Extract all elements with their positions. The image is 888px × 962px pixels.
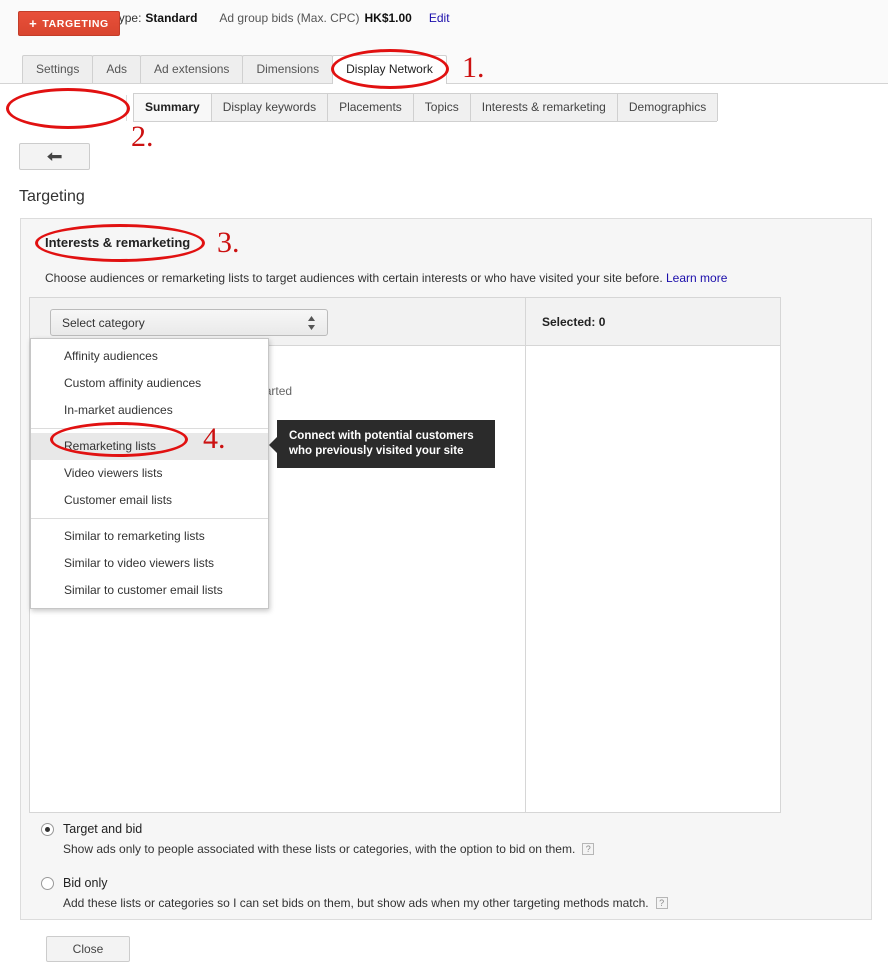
category-select-value: Select category bbox=[62, 315, 145, 330]
radio-option-bid-only[interactable]: Bid only bbox=[41, 876, 841, 890]
subtab-placements[interactable]: Placements bbox=[327, 93, 414, 121]
subtab-display-keywords[interactable]: Display keywords bbox=[210, 93, 329, 121]
targeting-sub-tab-bar: Summary Display keywords Placements Topi… bbox=[133, 93, 719, 122]
category-dropdown-menu[interactable]: Affinity audiences Custom affinity audie… bbox=[30, 338, 269, 609]
radio-bid-only-input[interactable] bbox=[41, 876, 54, 890]
menu-separator bbox=[31, 518, 268, 519]
edit-bids-link[interactable]: Edit bbox=[429, 11, 450, 25]
plus-icon: + bbox=[29, 16, 38, 31]
subtab-interests-remarketing[interactable]: Interests & remarketing bbox=[469, 93, 618, 121]
panel-description: Choose audiences or remarketing lists to… bbox=[45, 271, 727, 285]
interests-remarketing-heading: Interests & remarketing bbox=[45, 235, 191, 250]
tab-settings[interactable]: Settings bbox=[22, 55, 94, 83]
radio-target-and-bid-description: Show ads only to people associated with … bbox=[63, 842, 841, 856]
remarketing-lists-tooltip: Connect with potential customers who pre… bbox=[269, 420, 495, 468]
menu-item-custom-affinity-audiences[interactable]: Custom affinity audiences bbox=[31, 370, 268, 397]
tooltip-line-2: who previously visited your site bbox=[289, 445, 464, 457]
menu-item-similar-to-remarketing-lists[interactable]: Similar to remarketing lists bbox=[31, 523, 268, 550]
selected-count-label: Selected: 0 bbox=[542, 315, 606, 329]
help-icon[interactable]: ? bbox=[655, 897, 668, 909]
radio-option-target-and-bid[interactable]: Target and bid bbox=[41, 822, 841, 836]
menu-item-similar-to-video-viewers-lists[interactable]: Similar to video viewers lists bbox=[31, 550, 268, 577]
menu-separator bbox=[31, 428, 268, 429]
radio-target-and-bid-label: Target and bid bbox=[63, 822, 143, 836]
add-targeting-button-label: TARGETING bbox=[42, 17, 109, 30]
subtab-demographics[interactable]: Demographics bbox=[616, 93, 719, 121]
panel-description-text: Choose audiences or remarketing lists to… bbox=[45, 271, 663, 285]
status-bar: Enabled Type: Standard Ad group bids (Ma… bbox=[0, 0, 888, 36]
menu-item-in-market-audiences[interactable]: In-market audiences bbox=[31, 397, 268, 424]
menu-item-remarketing-lists[interactable]: Remarketing lists bbox=[31, 433, 268, 460]
back-button[interactable] bbox=[19, 143, 90, 170]
radio-target-and-bid-input[interactable] bbox=[41, 822, 54, 836]
menu-item-similar-to-customer-email-lists[interactable]: Similar to customer email lists bbox=[31, 577, 268, 604]
menu-item-affinity-audiences[interactable]: Affinity audiences bbox=[31, 343, 268, 370]
radio-spacer bbox=[41, 856, 841, 876]
targeting-mode-radio-group: Target and bid Show ads only to people a… bbox=[41, 822, 841, 910]
radio-bid-only-description-text: Add these lists or categories so I can s… bbox=[63, 896, 649, 910]
menu-item-video-viewers-lists[interactable]: Video viewers lists bbox=[31, 460, 268, 487]
table-header-divider bbox=[525, 298, 526, 346]
tooltip-line-1: Connect with potential customers bbox=[289, 430, 474, 442]
toolbar-divider bbox=[126, 95, 127, 121]
ad-group-type-value: Standard bbox=[145, 11, 198, 25]
tab-display-network[interactable]: Display Network bbox=[332, 55, 447, 84]
radio-bid-only-label: Bid only bbox=[63, 876, 108, 890]
category-select[interactable]: Select category bbox=[50, 309, 328, 336]
add-targeting-button[interactable]: + TARGETING bbox=[18, 11, 120, 36]
menu-item-customer-email-lists[interactable]: Customer email lists bbox=[31, 487, 268, 514]
close-button[interactable]: Close bbox=[46, 936, 130, 962]
learn-more-link[interactable]: Learn more bbox=[666, 271, 727, 285]
main-tab-bar: Settings Ads Ad extensions Dimensions Di… bbox=[0, 36, 888, 84]
tab-ad-extensions[interactable]: Ad extensions bbox=[140, 55, 244, 83]
tab-dimensions[interactable]: Dimensions bbox=[242, 55, 334, 83]
ad-group-bids-label: Ad group bids (Max. CPC) bbox=[219, 11, 360, 25]
subtab-summary[interactable]: Summary bbox=[133, 93, 212, 121]
radio-target-and-bid-description-text: Show ads only to people associated with … bbox=[63, 842, 576, 856]
table-body-divider bbox=[525, 346, 526, 812]
select-updown-arrows-icon bbox=[307, 315, 316, 331]
back-arrow-icon bbox=[46, 151, 63, 163]
ad-group-bids-value: HK$1.00 bbox=[364, 11, 412, 25]
page-title: Targeting bbox=[19, 188, 85, 205]
help-icon[interactable]: ? bbox=[582, 843, 595, 855]
radio-bid-only-description: Add these lists or categories so I can s… bbox=[63, 896, 841, 910]
tab-ads[interactable]: Ads bbox=[92, 55, 142, 83]
subtab-topics[interactable]: Topics bbox=[412, 93, 471, 121]
